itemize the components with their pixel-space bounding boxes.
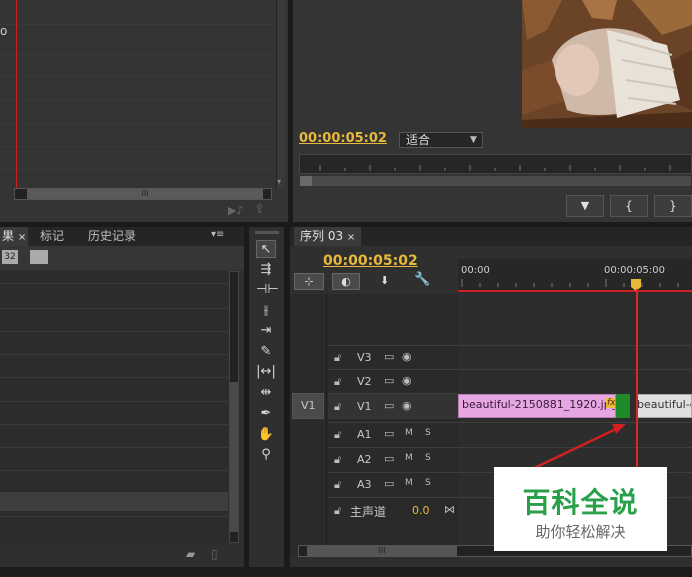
bottom-status-bar: [0, 567, 692, 577]
watermark-title: 百科全说: [522, 486, 639, 519]
watermark-badge: 百科全说 助你轻松解决: [494, 467, 667, 551]
watermark-subtitle: 助你轻松解决: [535, 523, 626, 541]
